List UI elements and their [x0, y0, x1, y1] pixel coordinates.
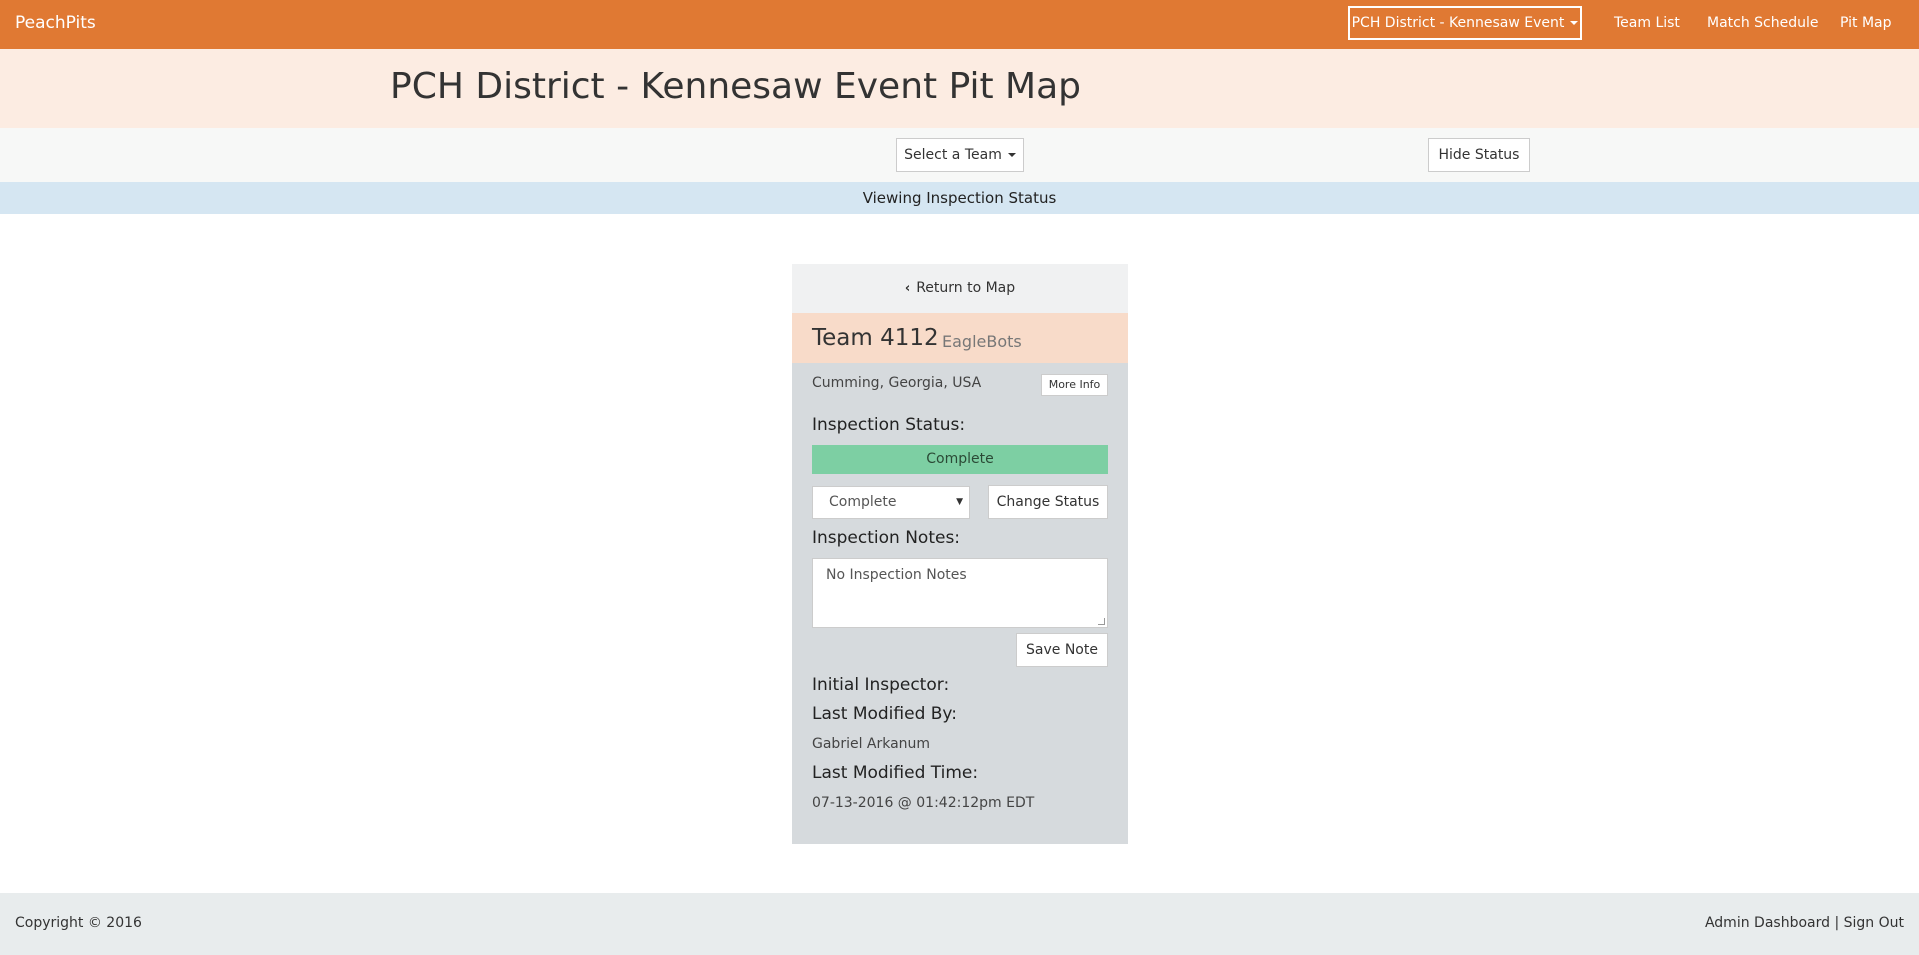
nav-match-schedule[interactable]: Match Schedule [1707, 15, 1819, 31]
last-modified-by-label: Last Modified By: [812, 704, 957, 724]
team-location: Cumming, Georgia, USA [812, 375, 982, 391]
inspection-status-badge: Complete [812, 445, 1108, 474]
save-note-button[interactable]: Save Note [1016, 633, 1108, 667]
dropdown-arrow-icon: ▼ [956, 497, 963, 507]
event-selector-label: PCH District - Kennesaw Event [1351, 15, 1565, 31]
select-team-label: Select a Team [904, 147, 1002, 163]
footer-separator: | [1834, 915, 1840, 931]
copyright-text: Copyright © 2016 [15, 915, 142, 931]
return-to-map-label: Return to Map [916, 280, 1016, 296]
nav-pit-map[interactable]: Pit Map [1840, 15, 1892, 31]
team-detail-panel: ‹ Return to Map Team 4112 EagleBots Cummi… [792, 264, 1128, 844]
return-to-map-button[interactable]: ‹ Return to Map [792, 264, 1128, 313]
brand-logo[interactable]: PeachPits [15, 13, 96, 33]
nav-team-list[interactable]: Team List [1614, 15, 1680, 31]
initial-inspector-label: Initial Inspector: [812, 675, 950, 695]
status-banner: Viewing Inspection Status [0, 182, 1919, 214]
page-title: PCH District - Kennesaw Event Pit Map [390, 66, 1082, 107]
caret-down-icon [1570, 21, 1579, 25]
sign-out-link[interactable]: Sign Out [1844, 915, 1904, 931]
inspection-notes-label: Inspection Notes: [812, 528, 961, 548]
inspection-notes-textarea[interactable]: No Inspection Notes [812, 558, 1108, 628]
team-header: Team 4112 EagleBots [792, 313, 1128, 363]
footer-links: Admin Dashboard | Sign Out [1705, 915, 1904, 931]
status-select[interactable]: Complete ▼ [812, 486, 970, 519]
team-name: EagleBots [942, 332, 1022, 351]
chevron-left-icon: ‹ [904, 281, 911, 296]
select-team-dropdown[interactable]: Select a Team [896, 138, 1024, 172]
hide-status-button[interactable]: Hide Status [1428, 138, 1530, 172]
notes-placeholder: No Inspection Notes [826, 567, 967, 583]
footer: Copyright © 2016 Admin Dashboard | Sign … [0, 893, 1919, 955]
change-status-button[interactable]: Change Status [988, 485, 1108, 519]
resize-handle-icon[interactable] [1098, 618, 1105, 625]
caret-down-icon [1007, 153, 1016, 157]
last-modified-by-value: Gabriel Arkanum [812, 736, 931, 752]
page-header: PCH District - Kennesaw Event Pit Map [0, 49, 1919, 128]
admin-dashboard-link[interactable]: Admin Dashboard [1705, 915, 1830, 931]
inspection-status-label: Inspection Status: [812, 415, 966, 435]
last-modified-time-label: Last Modified Time: [812, 763, 979, 783]
team-number: Team 4112 [812, 325, 939, 351]
event-selector-dropdown[interactable]: PCH District - Kennesaw Event [1348, 6, 1582, 40]
status-select-value: Complete [829, 494, 897, 510]
more-info-button[interactable]: More Info [1041, 374, 1108, 396]
last-modified-time-value: 07-13-2016 @ 01:42:12pm EDT [812, 795, 1035, 811]
top-navbar: PeachPits PCH District - Kennesaw Event … [0, 0, 1919, 49]
toolbar: Select a Team Hide Status [0, 128, 1919, 182]
